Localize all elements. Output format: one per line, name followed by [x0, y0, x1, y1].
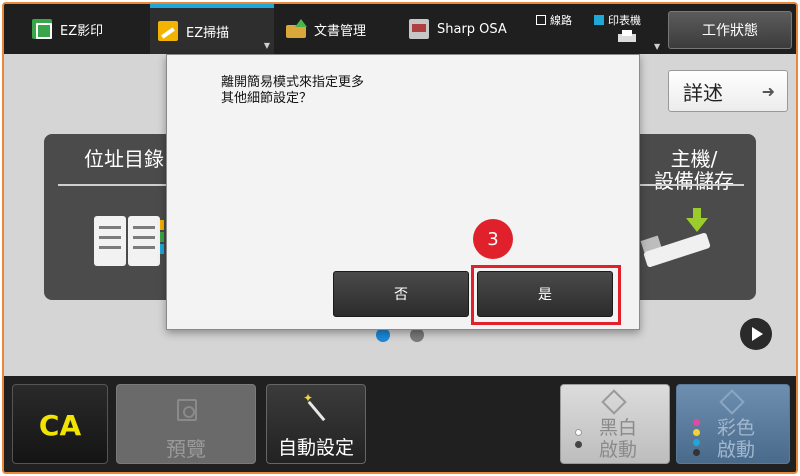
next-page-button[interactable] — [740, 318, 772, 350]
status-indicator-icon — [594, 15, 604, 25]
arrow-right-icon: ➜ — [761, 81, 775, 101]
preview-button[interactable]: 預覽 — [116, 384, 256, 464]
dialog-message: 離開簡易模式來指定更多 其他細節設定？ — [221, 75, 365, 106]
status-line: 線路 — [536, 12, 572, 28]
auto-label: 自動設定 — [277, 437, 354, 459]
start-icon — [719, 389, 745, 415]
job-status-button[interactable]: 工作狀態 — [668, 11, 792, 49]
detail-button[interactable]: 詳述 ➜ — [668, 70, 788, 112]
status-printer: 印表機 — [594, 12, 641, 28]
tab-ez-copy[interactable]: EZ影印 — [32, 4, 103, 54]
chevron-down-icon: ▼ — [263, 41, 270, 50]
confirm-dialog: 離開簡易模式來指定更多 其他細節設定？ 3 否 是 — [166, 54, 640, 330]
clear-all-button[interactable]: CA — [12, 384, 108, 464]
step-badge: 3 — [473, 219, 513, 259]
printer-icon — [618, 30, 636, 44]
chevron-down-icon[interactable]: ▼ — [654, 42, 660, 51]
preview-label: 預覽 — [166, 437, 206, 461]
top-bar: EZ影印 EZ掃描 ▼ 文書管理 Sharp OSA 線路 印表機 ▼ 工作狀態 — [4, 4, 796, 54]
auto-set-button[interactable]: 自動設定 — [266, 384, 366, 464]
osa-icon — [409, 19, 429, 39]
usb-storage-icon — [640, 208, 712, 268]
card-label: 位址目錄 — [84, 147, 164, 171]
bw-start-button[interactable]: 黑白 啟動 — [560, 384, 670, 464]
ca-label: CA — [38, 409, 82, 442]
scan-icon — [158, 21, 178, 41]
folder-icon — [286, 19, 307, 39]
no-button[interactable]: 否 — [333, 271, 469, 317]
bw-start-label: 黑白 啟動 — [599, 417, 638, 461]
tab-label: EZ掃描 — [186, 25, 230, 41]
color-start-button[interactable]: 彩色 啟動 — [676, 384, 790, 464]
status-line-label: 線路 — [550, 14, 572, 27]
start-icon — [601, 389, 627, 415]
copy-icon — [32, 19, 52, 39]
address-book-icon — [94, 216, 164, 266]
magic-wand-icon — [303, 391, 331, 421]
preview-icon — [177, 399, 197, 421]
checkbox-icon — [536, 15, 546, 25]
status-printer-label: 印表機 — [608, 14, 641, 27]
tab-document-filing[interactable]: 文書管理 — [286, 4, 366, 54]
detail-label: 詳述 — [683, 80, 723, 105]
tab-label: Sharp OSA — [437, 21, 507, 37]
tab-sharp-osa[interactable]: Sharp OSA — [409, 4, 507, 54]
bottom-bar: CA 預覽 自動設定 黑白 啟動 彩色 啟動 — [4, 376, 796, 472]
color-start-label: 彩色 啟動 — [717, 417, 756, 461]
tab-ez-scan[interactable]: EZ掃描 ▼ — [150, 4, 274, 54]
screen-frame: EZ影印 EZ掃描 ▼ 文書管理 Sharp OSA 線路 印表機 ▼ 工作狀態 — [2, 2, 798, 474]
tab-label: EZ影印 — [60, 23, 104, 39]
highlight-box — [471, 265, 621, 325]
page-indicator — [410, 328, 424, 342]
tab-label: 文書管理 — [314, 23, 367, 39]
page-indicator-active — [376, 328, 390, 342]
